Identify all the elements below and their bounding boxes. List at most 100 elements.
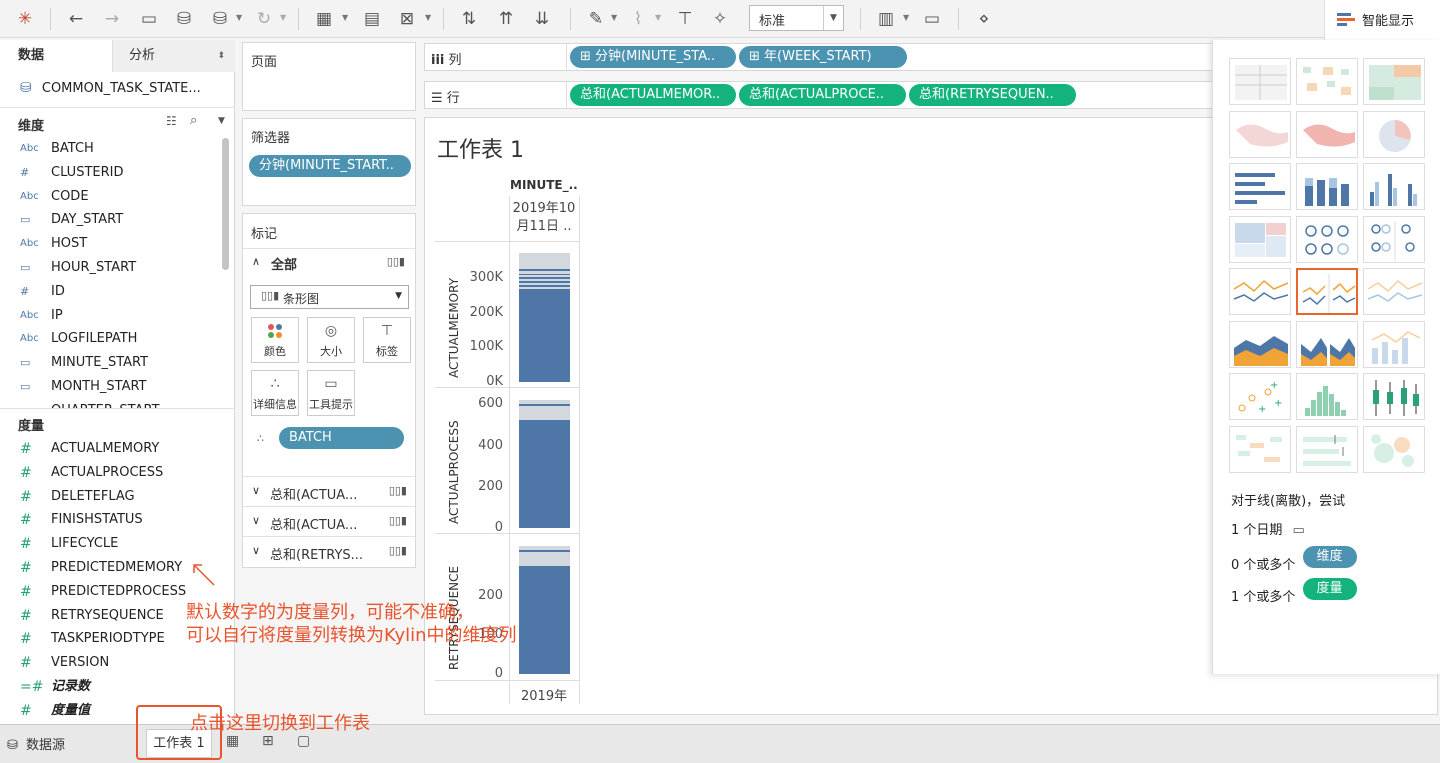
pages-card[interactable]: 页面: [242, 42, 416, 111]
measure-field-item[interactable]: # DELETEFLAG: [0, 485, 220, 509]
column-pill-week[interactable]: ⊞ 年(WEEK_START): [739, 46, 907, 68]
new-worksheet-icon[interactable]: ▦: [226, 733, 239, 749]
show-cards-icon[interactable]: ▥: [874, 7, 898, 31]
heat-map-thumb[interactable]: [1296, 58, 1358, 105]
horizontal-bars-thumb[interactable]: [1229, 163, 1291, 210]
side-by-side-circles-thumb[interactable]: [1363, 215, 1425, 263]
dimension-field-item[interactable]: Abc BATCH: [0, 137, 220, 161]
histogram-thumb[interactable]: [1296, 373, 1358, 420]
new-dashboard-icon[interactable]: ⊞: [262, 733, 274, 749]
scatter-plot-thumb[interactable]: + + +: [1229, 373, 1291, 420]
new-datasource-icon[interactable]: ⛁: [172, 7, 196, 31]
chevron-down-icon[interactable]: ▼: [425, 13, 431, 22]
mark-type-select[interactable]: ▯▯▮ 条形图 ▼: [250, 285, 409, 309]
row-pill-actualmemory[interactable]: 总和(ACTUALMEMOR..: [570, 84, 736, 106]
presentation-icon[interactable]: ▭: [920, 7, 944, 31]
side-by-side-bars-thumb[interactable]: [1363, 163, 1425, 210]
dimension-field-item[interactable]: ▭ QUARTER_START: [0, 399, 220, 408]
back-icon[interactable]: ←: [64, 7, 88, 31]
measure-field-item[interactable]: # VERSION: [0, 651, 220, 675]
measure-field-item[interactable]: # ACTUALMEMORY: [0, 437, 220, 461]
new-story-icon[interactable]: ▢: [297, 733, 310, 749]
sort-descending-icon[interactable]: ⇊: [530, 7, 554, 31]
forward-icon[interactable]: →: [100, 7, 124, 31]
bar-segment[interactable]: [519, 283, 570, 286]
show-labels-icon[interactable]: ⊤: [673, 7, 697, 31]
detail-button[interactable]: ∴ 详细信息: [251, 370, 299, 416]
stacked-bars-thumb[interactable]: [1296, 163, 1358, 210]
dimension-field-item[interactable]: Abc LOGFILEPATH: [0, 327, 220, 351]
chevron-down-icon[interactable]: ▼: [903, 13, 909, 22]
pie-chart-thumb[interactable]: [1363, 110, 1425, 158]
measure-field-item[interactable]: =# 记录数: [0, 675, 220, 699]
row-pill-actualprocess[interactable]: 总和(ACTUALPROCE..: [739, 84, 906, 106]
chevron-down-icon[interactable]: ▼: [655, 13, 661, 22]
dimension-field-item[interactable]: # CLUSTERID: [0, 161, 220, 185]
datasource-tab[interactable]: ⛁ 数据源: [7, 734, 65, 753]
highlight-table-thumb[interactable]: [1363, 58, 1425, 105]
measure-field-item[interactable]: # PREDICTEDMEMORY: [0, 556, 220, 580]
tooltip-button[interactable]: ▭ 工具提示: [307, 370, 355, 416]
measure-field-item[interactable]: # LIFECYCLE: [0, 532, 220, 556]
chevron-down-icon[interactable]: ▼: [611, 13, 617, 22]
chevron-down-icon[interactable]: ▼: [280, 13, 286, 22]
dual-combination-thumb[interactable]: [1363, 320, 1425, 368]
show-me-tab[interactable]: 智能显示: [1324, 0, 1440, 40]
chevron-down-icon[interactable]: ▼: [342, 13, 348, 22]
highlight-icon[interactable]: ✎: [584, 7, 608, 31]
treemap-thumb[interactable]: [1229, 215, 1291, 263]
duplicate-sheet-icon[interactable]: ▤: [360, 7, 384, 31]
symbol-map-thumb[interactable]: [1229, 110, 1291, 158]
pin-icon[interactable]: ✧: [708, 7, 732, 31]
size-button[interactable]: ◎ 大小: [307, 317, 355, 363]
detail-pill-batch[interactable]: BATCH: [279, 427, 404, 449]
clear-sheet-icon[interactable]: ⊠: [395, 7, 419, 31]
bar-segment[interactable]: [519, 287, 570, 290]
row-pill-retrysequence[interactable]: 总和(RETRYSEQUEN..: [909, 84, 1076, 106]
bar-segment[interactable]: [519, 400, 570, 405]
scrollbar[interactable]: [222, 138, 229, 270]
save-icon[interactable]: ▭: [137, 7, 161, 31]
dimension-field-item[interactable]: # ID: [0, 280, 220, 304]
area-discrete-thumb[interactable]: [1296, 320, 1358, 368]
packed-bubbles-thumb[interactable]: [1363, 425, 1425, 473]
marks-row-retrysequence[interactable]: ∨ 总和(RETRYS... ▯▯▮: [243, 536, 415, 566]
text-table-thumb[interactable]: [1229, 58, 1291, 105]
filters-card[interactable]: 筛选器 分钟(MINUTE_START..: [242, 118, 416, 206]
color-button[interactable]: 颜色: [251, 317, 299, 363]
dimension-field-item[interactable]: ▭ MONTH_START: [0, 375, 220, 399]
dimension-field-item[interactable]: ▭ DAY_START: [0, 208, 220, 232]
group-icon[interactable]: ⌇: [626, 7, 650, 31]
discrete-lines-thumb[interactable]: [1296, 268, 1358, 315]
chevron-down-icon[interactable]: ▼: [236, 13, 242, 22]
dimension-field-item[interactable]: Abc IP: [0, 304, 220, 328]
measure-field-item[interactable]: # ACTUALPROCESS: [0, 461, 220, 485]
fit-select[interactable]: 标准 ▼: [749, 5, 844, 31]
area-continuous-thumb[interactable]: [1229, 320, 1291, 368]
bar-segment[interactable]: [519, 253, 570, 270]
circle-view-thumb[interactable]: [1296, 215, 1358, 263]
bar-segment[interactable]: [519, 545, 570, 550]
bar-segment[interactable]: [519, 271, 570, 275]
gantt-thumb[interactable]: [1229, 425, 1291, 473]
sort-ascending-icon[interactable]: ⇈: [494, 7, 518, 31]
datasource-icon[interactable]: ⛁: [208, 7, 232, 31]
share-icon[interactable]: ⋄: [972, 7, 996, 31]
box-plot-thumb[interactable]: [1363, 373, 1425, 420]
dimension-field-item[interactable]: Abc CODE: [0, 185, 220, 209]
dimension-field-item[interactable]: ▭ MINUTE_START: [0, 351, 220, 375]
label-button[interactable]: ⊤ 标签: [363, 317, 411, 363]
column-pill-minute[interactable]: ⊞ 分钟(MINUTE_STA..: [570, 46, 736, 68]
marks-all-label[interactable]: 全部: [271, 254, 297, 273]
tableau-logo-icon[interactable]: ✳: [13, 7, 37, 31]
dimension-field-item[interactable]: ▭ HOUR_START: [0, 256, 220, 280]
bar-segment[interactable]: [519, 406, 570, 421]
bar-segment[interactable]: [519, 551, 570, 566]
bar-segment[interactable]: [519, 275, 570, 278]
filter-pill-minute[interactable]: 分钟(MINUTE_START..: [249, 155, 411, 177]
refresh-icon[interactable]: ↻: [252, 7, 276, 31]
bar-segment[interactable]: [519, 279, 570, 282]
filled-map-thumb[interactable]: [1296, 110, 1358, 158]
dual-lines-thumb[interactable]: [1363, 268, 1425, 315]
dimension-field-item[interactable]: Abc HOST: [0, 232, 220, 256]
